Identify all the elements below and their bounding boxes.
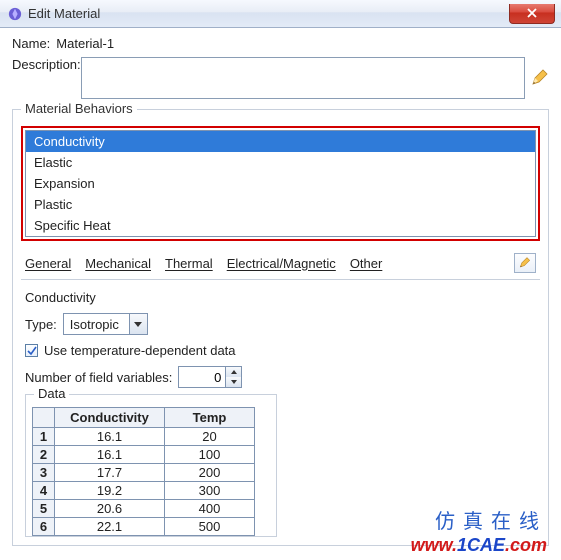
pencil-icon[interactable] bbox=[531, 69, 549, 87]
type-dropdown[interactable]: Isotropic bbox=[63, 313, 148, 335]
behavior-item-plastic[interactable]: Plastic bbox=[26, 194, 535, 215]
table-row: 419.2300 bbox=[33, 482, 255, 500]
description-input[interactable] bbox=[81, 57, 525, 99]
type-value: Isotropic bbox=[64, 317, 129, 332]
menu-electrical[interactable]: Electrical/Magnetic bbox=[227, 256, 336, 271]
edit-behavior-button[interactable] bbox=[514, 253, 536, 273]
data-table[interactable]: Conductivity Temp 116.120 216.1100 317.7… bbox=[32, 407, 255, 536]
table-row: 520.6400 bbox=[33, 500, 255, 518]
watermark-cn: 仿真在线 bbox=[435, 505, 547, 534]
section-title-conductivity: Conductivity bbox=[25, 290, 540, 305]
material-behaviors-group: Material Behaviors Conductivity Elastic … bbox=[12, 109, 549, 546]
behavior-item-specific-heat[interactable]: Specific Heat bbox=[26, 215, 535, 236]
menu-thermal[interactable]: Thermal bbox=[165, 256, 213, 271]
field-vars-label: Number of field variables: bbox=[25, 370, 172, 385]
behavior-item-elastic[interactable]: Elastic bbox=[26, 152, 535, 173]
dropdown-button[interactable] bbox=[129, 314, 147, 334]
table-row: 116.120 bbox=[33, 428, 255, 446]
name-label: Name: bbox=[12, 36, 50, 51]
pencil-icon bbox=[519, 257, 531, 269]
menu-general[interactable]: General bbox=[25, 256, 71, 271]
description-label: Description: bbox=[12, 57, 81, 72]
behaviors-legend: Material Behaviors bbox=[21, 101, 137, 116]
window-title: Edit Material bbox=[28, 6, 100, 21]
data-group: Data Conductivity Temp 116.120 216.1100 … bbox=[25, 394, 277, 537]
app-icon bbox=[8, 7, 22, 21]
close-icon bbox=[527, 8, 537, 18]
chevron-down-icon bbox=[134, 322, 142, 327]
close-button[interactable] bbox=[509, 4, 555, 24]
field-vars-spinner[interactable] bbox=[178, 366, 242, 388]
data-legend: Data bbox=[34, 386, 69, 401]
field-vars-input[interactable] bbox=[179, 367, 225, 387]
behaviors-list[interactable]: Conductivity Elastic Expansion Plastic S… bbox=[25, 130, 536, 237]
menu-mechanical[interactable]: Mechanical bbox=[85, 256, 151, 271]
chevron-down-icon bbox=[231, 380, 237, 384]
type-label: Type: bbox=[25, 317, 57, 332]
spin-down-button[interactable] bbox=[226, 377, 241, 387]
titlebar: Edit Material bbox=[0, 0, 561, 28]
spin-up-button[interactable] bbox=[226, 367, 241, 377]
behaviors-highlight: Conductivity Elastic Expansion Plastic S… bbox=[21, 126, 540, 241]
chevron-up-icon bbox=[231, 370, 237, 374]
behavior-item-conductivity[interactable]: Conductivity bbox=[26, 131, 535, 152]
table-row: 216.1100 bbox=[33, 446, 255, 464]
use-temp-checkbox[interactable] bbox=[25, 344, 38, 357]
use-temp-label: Use temperature-dependent data bbox=[44, 343, 236, 358]
table-row: 317.7200 bbox=[33, 464, 255, 482]
menu-other[interactable]: Other bbox=[350, 256, 383, 271]
behavior-item-expansion[interactable]: Expansion bbox=[26, 173, 535, 194]
col-conductivity[interactable]: Conductivity bbox=[55, 408, 165, 428]
check-icon bbox=[27, 346, 37, 356]
col-temp[interactable]: Temp bbox=[165, 408, 255, 428]
watermark-url: www.1CAE.com bbox=[411, 535, 547, 556]
name-value: Material-1 bbox=[56, 36, 114, 51]
table-row: 622.1500 bbox=[33, 518, 255, 536]
material-menu-bar: General Mechanical Thermal Electrical/Ma… bbox=[21, 249, 540, 280]
